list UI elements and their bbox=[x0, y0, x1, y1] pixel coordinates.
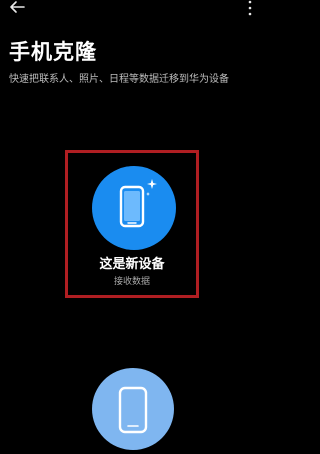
phone-sparkle-icon bbox=[119, 179, 157, 228]
top-bar bbox=[0, 0, 261, 22]
more-options-button[interactable] bbox=[243, 0, 257, 20]
more-vertical-icon bbox=[248, 0, 252, 16]
back-button[interactable] bbox=[6, 0, 30, 20]
new-device-label: 这是新设备 bbox=[99, 257, 165, 272]
page-subtitle: 快速把联系人、照片、日程等数据迁移到华为设备 bbox=[9, 74, 229, 85]
old-device-option[interactable] bbox=[92, 368, 174, 450]
phone-icon bbox=[118, 386, 148, 434]
new-device-sublabel: 接收数据 bbox=[113, 277, 150, 287]
new-device-circle bbox=[92, 166, 176, 250]
old-device-circle bbox=[92, 368, 174, 450]
arrow-left-icon bbox=[10, 1, 25, 13]
page-title: 手机克隆 bbox=[9, 40, 97, 64]
new-device-option[interactable]: 这是新设备 接收数据 bbox=[68, 153, 196, 295]
